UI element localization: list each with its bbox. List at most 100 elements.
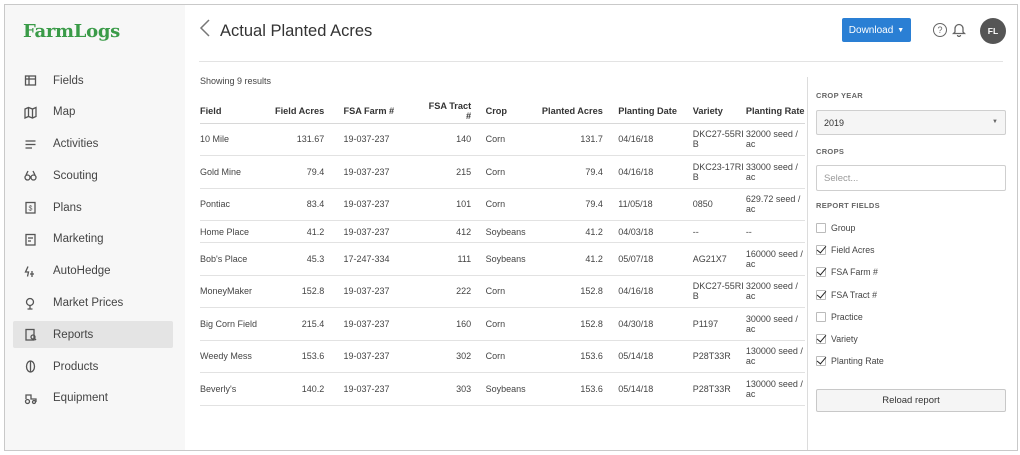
cell-spacer bbox=[602, 340, 619, 373]
cell-crop: Soybeans bbox=[485, 242, 538, 276]
header-divider bbox=[199, 61, 1003, 62]
checkbox-unchecked[interactable] bbox=[816, 223, 826, 234]
reload-report-button[interactable]: Reload report bbox=[816, 389, 1006, 412]
download-button[interactable]: Download ▼ bbox=[842, 18, 911, 42]
checkbox-checked[interactable] bbox=[816, 334, 826, 345]
crop-year-label: CROP YEAR bbox=[816, 91, 864, 100]
cell-crop: Corn bbox=[485, 340, 538, 373]
table-row[interactable]: Home Place 41.2 19-037-237 412 Soybeans 41.2 0… bbox=[200, 220, 805, 243]
sidebar-item-market-prices[interactable]: Market Prices bbox=[13, 290, 173, 317]
report-field-group[interactable]: Group bbox=[816, 217, 884, 239]
cell-fsa-farm: 19-037-237 bbox=[343, 188, 422, 221]
cell-variety: AG21X7 bbox=[692, 242, 746, 276]
sidebar-item-label: Plans bbox=[53, 201, 82, 214]
report-field-fsa-farm[interactable]: FSA Farm # bbox=[816, 261, 884, 283]
svg-text:$: $ bbox=[28, 206, 32, 213]
sidebar-item-label: Fields bbox=[53, 74, 84, 87]
cell-planting-date: 04/16/18 bbox=[618, 275, 693, 308]
cell-field-acres: 152.8 bbox=[264, 275, 325, 308]
cell-variety: P28T33R bbox=[692, 340, 746, 373]
sidebar-item-autohedge[interactable]: AutoHedge bbox=[13, 258, 173, 285]
checkbox-checked[interactable] bbox=[816, 356, 826, 367]
cell-spacer bbox=[471, 275, 486, 308]
report-fields-label: REPORT FIELDS bbox=[816, 201, 880, 210]
checkbox-label: FSA Farm # bbox=[831, 267, 878, 278]
crop-year-select[interactable]: 2019 ▼ bbox=[816, 110, 1006, 135]
report-field-fsa-tract[interactable]: FSA Tract # bbox=[816, 284, 884, 306]
table-row[interactable]: Bob's Place 45.3 17-247-334 111 Soybeans 41.2… bbox=[200, 242, 805, 276]
column-header-crop[interactable]: Crop bbox=[485, 99, 538, 124]
report-field-field-acres[interactable]: Field Acres bbox=[816, 239, 884, 261]
cell-fsa-tract: 215 bbox=[421, 155, 472, 189]
sidebar-item-products[interactable]: Products bbox=[13, 353, 173, 380]
checkbox-unchecked[interactable] bbox=[816, 311, 826, 322]
sidebar-item-equipment[interactable]: Equipment bbox=[13, 385, 173, 412]
marketing-icon bbox=[23, 232, 37, 246]
sidebar-item-plans[interactable]: $ Plans bbox=[13, 194, 173, 221]
table-row[interactable]: 10 Mile 131.67 19-037-237 140 Corn 131.7 04/16… bbox=[200, 123, 805, 156]
table-row[interactable]: Weedy Mess 153.6 19-037-237 302 Corn 153.6 05/… bbox=[200, 340, 805, 373]
column-header-planting-date[interactable]: Planting Date bbox=[618, 99, 693, 124]
cell-planting-rate: 30000 seed / ac bbox=[745, 307, 805, 341]
page-title: Actual Planted Acres bbox=[220, 22, 373, 40]
cell-spacer bbox=[324, 242, 344, 276]
checkbox-checked[interactable] bbox=[816, 267, 826, 278]
cell-field: Beverly's bbox=[200, 372, 265, 406]
cell-field: Big Corn Field bbox=[200, 307, 265, 341]
checkbox-label: Variety bbox=[831, 334, 858, 345]
table-row[interactable]: Pontiac 83.4 19-037-237 101 Corn 79.4 11/05/18… bbox=[200, 188, 805, 221]
column-spacer bbox=[471, 99, 486, 124]
column-header-fsa-farm[interactable]: FSA Farm # bbox=[343, 99, 422, 124]
farmlogs-logo[interactable]: FarmLogs bbox=[23, 21, 120, 42]
back-chevron-icon[interactable] bbox=[199, 19, 213, 39]
cell-fsa-farm: 19-037-237 bbox=[343, 340, 422, 373]
sidebar-item-marketing[interactable]: Marketing bbox=[13, 226, 173, 253]
cell-planting-rate: 32000 seed / ac bbox=[745, 275, 805, 308]
column-header-field[interactable]: Field bbox=[200, 99, 265, 124]
cell-variety: -- bbox=[692, 220, 746, 243]
table-row[interactable]: Gold Mine 79.4 19-037-237 215 Corn 79.4 04/16/… bbox=[200, 155, 805, 189]
sidebar-item-label: AutoHedge bbox=[53, 265, 111, 278]
cell-spacer bbox=[324, 220, 344, 243]
cell-spacer bbox=[602, 242, 619, 276]
cell-spacer bbox=[602, 275, 619, 308]
sidebar-item-reports[interactable]: Reports bbox=[13, 321, 173, 349]
report-field-practice[interactable]: Practice bbox=[816, 306, 884, 328]
cell-field-acres: 45.3 bbox=[264, 242, 325, 276]
market-prices-icon bbox=[23, 296, 37, 310]
checkbox-checked[interactable] bbox=[816, 245, 826, 256]
cell-spacer bbox=[602, 188, 619, 221]
cell-planting-rate: 130000 seed / ac bbox=[745, 372, 805, 406]
cell-crop: Corn bbox=[485, 275, 538, 308]
column-header-field-acres[interactable]: Field Acres bbox=[264, 99, 325, 124]
table-row[interactable]: MoneyMaker 152.8 19-037-237 222 Corn 152.8 04/… bbox=[200, 275, 805, 308]
sidebar-item-scouting[interactable]: Scouting bbox=[13, 162, 173, 189]
sidebar-item-map[interactable]: Map bbox=[13, 99, 173, 126]
report-field-planting-rate[interactable]: Planting Rate bbox=[816, 350, 884, 372]
cell-variety: DKC27-55RIB bbox=[692, 275, 746, 308]
table-row[interactable]: Beverly's 140.2 19-037-237 303 Soybeans 153.6… bbox=[200, 372, 805, 406]
column-header-planting-rate[interactable]: Planting Rate bbox=[745, 99, 805, 124]
column-header-planted-acres[interactable]: Planted Acres bbox=[537, 99, 603, 124]
checkbox-checked[interactable] bbox=[816, 289, 826, 300]
reports-icon bbox=[23, 328, 37, 342]
cell-spacer bbox=[324, 155, 344, 189]
cell-field-acres: 83.4 bbox=[264, 188, 325, 221]
sidebar-nav: Fields Map Activities Scouting $ Plans Marketi… bbox=[13, 67, 173, 417]
map-icon bbox=[23, 105, 37, 119]
cell-planting-rate: 160000 seed / ac bbox=[745, 242, 805, 276]
report-field-variety[interactable]: Variety bbox=[816, 328, 884, 350]
cell-field: Weedy Mess bbox=[200, 340, 265, 373]
cell-fsa-farm: 17-247-334 bbox=[343, 242, 422, 276]
sidebar-item-fields[interactable]: Fields bbox=[13, 67, 173, 94]
user-avatar[interactable]: FL bbox=[980, 18, 1006, 44]
crop-year-value: 2019 bbox=[824, 117, 845, 128]
column-header-variety[interactable]: Variety bbox=[692, 99, 746, 124]
bell-icon[interactable] bbox=[951, 22, 967, 38]
sidebar-item-activities[interactable]: Activities bbox=[13, 131, 173, 158]
cell-crop: Corn bbox=[485, 188, 538, 221]
help-icon[interactable]: ? bbox=[933, 23, 947, 37]
column-header-fsa-tract[interactable]: FSA Tract # bbox=[421, 99, 472, 124]
table-row[interactable]: Big Corn Field 215.4 19-037-237 160 Corn 152.… bbox=[200, 307, 805, 341]
crops-input[interactable]: Select... bbox=[816, 165, 1006, 191]
